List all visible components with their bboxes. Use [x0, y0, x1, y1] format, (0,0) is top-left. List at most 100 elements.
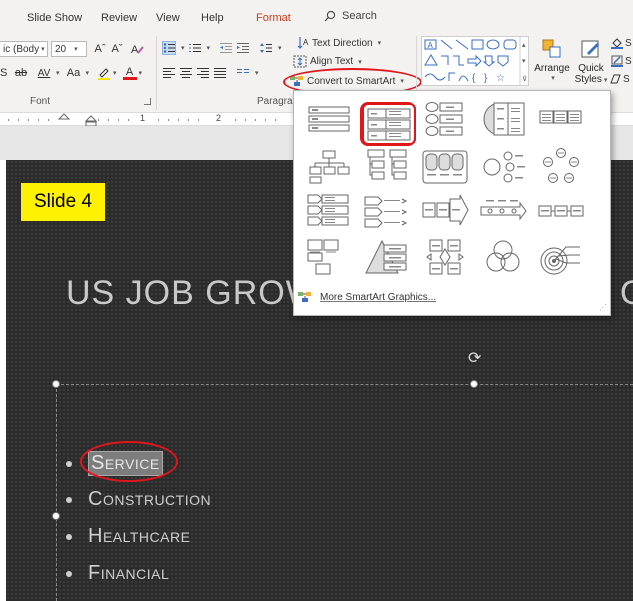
align-center-icon[interactable]: [179, 66, 193, 80]
smartart-accent-process-icon[interactable]: [420, 191, 470, 231]
smartart-stacked-list-icon[interactable]: [304, 191, 354, 231]
align-right-icon[interactable]: [196, 66, 210, 80]
smartart-cycle-icon[interactable]: [536, 147, 586, 187]
svg-text:☆: ☆: [496, 73, 505, 84]
change-case-button[interactable]: Aa: [64, 66, 84, 80]
shape-fill-button[interactable]: S: [611, 37, 633, 49]
annotation-circle: [80, 441, 178, 482]
grow-font-button[interactable]: Aˆ: [93, 42, 107, 56]
font-size-value: 20: [55, 43, 67, 55]
chevron-down-icon: ▾: [56, 70, 60, 77]
smartart-horizontal-bullet-list-icon[interactable]: [478, 99, 528, 139]
columns-icon[interactable]: [236, 66, 250, 80]
clear-formatting-icon[interactable]: A: [130, 42, 144, 56]
chevron-down-icon: ▾: [74, 46, 78, 53]
smartart-basic-timeline-icon[interactable]: [478, 191, 528, 231]
smartart-picture-accent-list-icon[interactable]: [420, 147, 470, 187]
svg-text:}: }: [484, 73, 488, 84]
more-smartart-link[interactable]: More SmartArt Graphics...: [298, 291, 436, 303]
tab-format[interactable]: Format: [256, 12, 291, 24]
smartart-basic-block-list-icon[interactable]: [304, 99, 354, 139]
search-label: Search: [342, 10, 377, 22]
chevron-down-icon: ▾: [113, 70, 117, 77]
font-color-button[interactable]: A: [122, 66, 137, 80]
tab-slide-show[interactable]: Slide Show: [27, 12, 82, 24]
tab-help[interactable]: Help: [201, 12, 224, 24]
tab-review[interactable]: Review: [101, 12, 137, 24]
strikethrough-button[interactable]: ab: [12, 66, 30, 80]
numbering-icon[interactable]: [188, 41, 202, 55]
smartart-venn-icon[interactable]: [478, 237, 528, 277]
chevron-down-icon: ▾: [255, 70, 259, 77]
svg-text:▾: ▾: [522, 58, 526, 65]
text-shadow-button[interactable]: S: [0, 66, 8, 80]
smartart-radial-list-icon[interactable]: [478, 147, 528, 187]
bullet-item[interactable]: Construction: [66, 488, 211, 511]
font-dialog-launcher-icon[interactable]: [144, 98, 151, 105]
align-text-label: Align Text: [310, 56, 354, 67]
text-direction-button[interactable]: A Text Direction ▾: [297, 36, 381, 50]
smartart-hierarchy-list-icon[interactable]: [362, 147, 412, 187]
resize-handle[interactable]: [52, 512, 60, 520]
justify-icon[interactable]: [213, 66, 227, 80]
smartart-organization-chart-icon[interactable]: [304, 147, 354, 187]
arrange-button[interactable]: Arrange ▾: [533, 38, 571, 96]
bullet-text[interactable]: Financial: [88, 562, 169, 585]
search-box[interactable]: Search: [324, 10, 377, 22]
smartart-picture-caption-list-icon[interactable]: [304, 237, 354, 277]
smartart-balance-icon[interactable]: [420, 237, 470, 277]
shape-effects-icon: [610, 74, 621, 84]
shape-outline-button[interactable]: S: [611, 55, 633, 67]
search-icon: [324, 10, 336, 22]
pencil-icon: [611, 55, 623, 67]
increase-indent-icon[interactable]: [236, 41, 250, 55]
more-smartart-label: More SmartArt Graphics...: [320, 291, 437, 303]
tab-view[interactable]: View: [156, 12, 180, 24]
smartart-basic-chevron-icon[interactable]: [536, 191, 586, 231]
font-name-value: ic (Body: [3, 43, 40, 55]
smartart-vertical-box-list-icon[interactable]: [420, 99, 470, 139]
ribbon-tabs: Slide Show Review View Help Format Searc…: [0, 0, 633, 34]
quick-styles-label-2: Styles: [574, 74, 602, 85]
bullet-text[interactable]: Healthcare: [88, 525, 190, 548]
align-text-icon: [293, 55, 307, 68]
quick-styles-label-1: Quick: [578, 63, 604, 74]
bullet-text[interactable]: Construction: [88, 488, 211, 511]
smartart-process-arrows-icon[interactable]: [362, 191, 412, 231]
resize-grip-icon[interactable]: ⋰: [599, 303, 607, 312]
highlight-color-icon[interactable]: [97, 66, 111, 80]
align-text-button[interactable]: Align Text ▾: [293, 55, 362, 68]
rotate-handle-icon[interactable]: ⟳: [468, 348, 481, 368]
slide-title-tail[interactable]: OR: [620, 274, 633, 313]
character-spacing-button[interactable]: AV: [34, 66, 54, 80]
smartart-icon: [298, 292, 311, 302]
bullet-item[interactable]: Financial: [66, 562, 169, 585]
font-name-select[interactable]: ic (Body ▾: [0, 41, 48, 57]
text-direction-icon: A: [297, 37, 309, 49]
shrink-font-button[interactable]: Aˇ: [110, 42, 124, 56]
chevron-down-icon: ▾: [206, 45, 211, 52]
shape-effects-button[interactable]: S: [609, 73, 633, 85]
line-spacing-icon[interactable]: [259, 41, 273, 55]
font-group-label: Font: [30, 96, 51, 107]
svg-text:A: A: [131, 44, 139, 56]
slide-number-label: Slide 4: [20, 182, 106, 222]
smartart-target-icon[interactable]: [536, 237, 586, 277]
font-size-select[interactable]: 20 ▾: [51, 41, 87, 57]
quick-styles-button[interactable]: Quick Styles ▾: [571, 38, 611, 96]
smartart-pyramid-list-icon[interactable]: [362, 237, 412, 277]
resize-handle[interactable]: [470, 380, 478, 388]
bullet-dot: [66, 460, 72, 467]
text-direction-label: Text Direction: [312, 37, 373, 49]
smartart-lined-list-icon[interactable]: [536, 99, 586, 139]
shapes-gallery[interactable]: A {} ☆ ▴ ▾ ⊽: [421, 36, 529, 86]
slide-title[interactable]: US JOB GROW: [66, 274, 319, 313]
resize-handle[interactable]: [52, 380, 60, 388]
bullet-item[interactable]: Healthcare: [66, 525, 190, 548]
align-left-icon[interactable]: [162, 66, 176, 80]
chevron-down-icon: ▾: [551, 75, 555, 82]
bullets-icon[interactable]: [162, 41, 176, 55]
decrease-indent-icon[interactable]: [219, 41, 233, 55]
smartart-dropdown: More SmartArt Graphics... ⋰: [293, 90, 611, 316]
shape-outline-label: S: [625, 55, 632, 67]
